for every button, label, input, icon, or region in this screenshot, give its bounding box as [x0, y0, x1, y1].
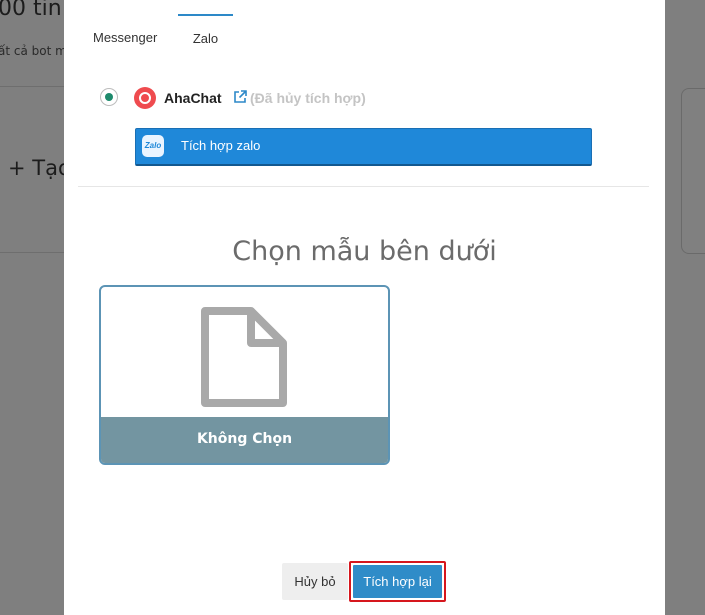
- background-subtitle: ất cả bot m: [0, 44, 67, 58]
- background-card: [681, 88, 705, 254]
- submit-highlight: Tích hợp lại: [349, 561, 446, 602]
- background-create-label: + Tạo: [8, 156, 71, 180]
- cancel-button[interactable]: Hủy bỏ: [282, 563, 348, 600]
- channel-tabs: Messenger Zalo: [78, 0, 651, 60]
- integrate-zalo-button[interactable]: Zalo Tích hợp zalo: [135, 128, 592, 166]
- tab-messenger[interactable]: Messenger: [93, 14, 157, 58]
- account-row: AhaChat (Đã hủy tích hợp) Zalo Tích hợp …: [78, 60, 649, 187]
- template-label: Không Chọn: [196, 431, 293, 447]
- zalo-icon: Zalo: [142, 135, 164, 157]
- external-link-icon[interactable]: [233, 90, 247, 104]
- template-heading: Chọn mẫu bên dưới: [232, 236, 497, 267]
- ahachat-logo-icon: [134, 87, 156, 109]
- blank-document-icon: [199, 305, 289, 409]
- account-radio[interactable]: [100, 88, 118, 106]
- background-divider: [0, 86, 64, 87]
- integration-status: (Đã hủy tích hợp): [250, 90, 366, 106]
- background-divider: [0, 252, 64, 253]
- reintegrate-button[interactable]: Tích hợp lại: [353, 565, 442, 598]
- integrate-zalo-label: Tích hợp zalo: [181, 138, 261, 153]
- integration-modal: Messenger Zalo AhaChat (Đã hủy tích hợp)…: [64, 0, 665, 615]
- template-card-footer: Không Chọn: [101, 417, 388, 463]
- account-name: AhaChat: [164, 90, 222, 106]
- template-card-none[interactable]: Không Chọn: [99, 285, 390, 465]
- tab-zalo[interactable]: Zalo: [178, 14, 233, 60]
